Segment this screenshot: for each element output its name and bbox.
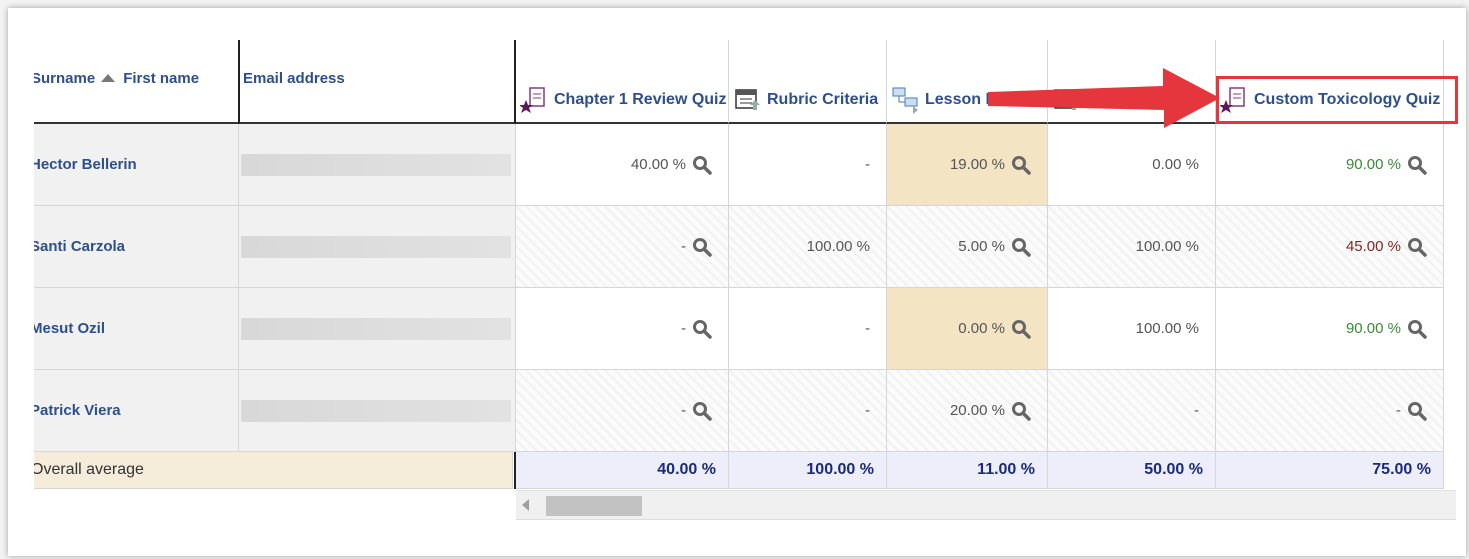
magnifier-icon[interactable] <box>1011 401 1031 421</box>
table-row: Mesut Ozil - - 0.00 % 100.00 % 90.00 % <box>34 288 1456 370</box>
overall-average-label: Overall average <box>34 452 513 489</box>
grade-value: 5.00 % <box>958 238 1005 255</box>
overall-average-value: 50.00 % <box>1048 452 1216 489</box>
grade-value: - <box>681 402 686 419</box>
grade-value: 20.00 % <box>949 402 1005 419</box>
overall-average-value: 40.00 % <box>516 452 729 489</box>
grade-cell[interactable]: - <box>516 370 729 452</box>
annotation-arrow-icon <box>988 68 1220 128</box>
lesson-icon <box>891 86 921 114</box>
student-name-cell: Patrick Viera <box>34 370 239 452</box>
student-name-link[interactable]: Santi Carzola <box>34 206 238 287</box>
redacted-email <box>241 400 511 422</box>
table-row: Santi Carzola - 100.00 % 5.00 % 100.00 % 45.0… <box>34 206 1456 288</box>
magnifier-icon[interactable] <box>1407 401 1427 421</box>
grade-value: 0.00 % <box>958 320 1005 337</box>
grade-cell[interactable]: - <box>729 124 887 206</box>
grade-cell[interactable]: - <box>1216 370 1444 452</box>
overall-average-value: 100.00 % <box>729 452 887 489</box>
grade-cell[interactable]: - <box>729 370 887 452</box>
magnifier-icon[interactable] <box>1011 155 1031 175</box>
grade-value: 100.00 % <box>806 238 870 255</box>
redacted-email <box>241 318 511 340</box>
student-name-cell: Mesut Ozil <box>34 288 239 370</box>
grade-value: 90.00 % <box>1345 156 1401 173</box>
grade-value: - <box>1396 402 1401 419</box>
grade-value: 40.00 % <box>630 156 686 173</box>
grade-item-link[interactable]: Rubric Criteria <box>767 91 878 109</box>
email-sort-link[interactable]: Email address <box>243 70 345 87</box>
grade-cell[interactable]: - <box>516 206 729 288</box>
grade-cell[interactable]: 100.00 % <box>1048 288 1216 370</box>
grade-value: 90.00 % <box>1345 320 1401 337</box>
grade-cell[interactable]: 19.00 % <box>887 124 1048 206</box>
column-divider <box>238 40 240 124</box>
magnifier-icon[interactable] <box>692 319 712 339</box>
magnifier-icon[interactable] <box>1407 319 1427 339</box>
gradebook-panel: Surname First name Email address Chapter … <box>8 8 1466 556</box>
grade-value: - <box>1194 402 1199 419</box>
grade-value: - <box>681 320 686 337</box>
assignment-icon <box>733 86 763 114</box>
grade-cell[interactable]: 90.00 % <box>1216 288 1444 370</box>
email-cell <box>239 288 516 370</box>
magnifier-icon[interactable] <box>1011 237 1031 257</box>
grade-value: - <box>865 320 870 337</box>
magnifier-icon[interactable] <box>692 401 712 421</box>
student-name-link[interactable]: Hector Bellerin <box>34 124 238 205</box>
grade-cell[interactable]: 5.00 % <box>887 206 1048 288</box>
table-row: Patrick Viera - - 20.00 % - - <box>34 370 1456 452</box>
scroll-thumb[interactable] <box>546 496 642 516</box>
surname-sort-link[interactable]: Surname <box>34 70 95 87</box>
grade-item-header-2: Rubric Criteria <box>729 40 887 124</box>
redacted-email <box>241 236 511 258</box>
grade-value: 100.00 % <box>1135 238 1199 255</box>
quiz-icon <box>520 86 550 114</box>
table-row: Hector Bellerin 40.00 % - 19.00 % 0.00 % 90.0… <box>34 124 1456 206</box>
overall-average-value: 11.00 % <box>887 452 1048 489</box>
grade-cell[interactable]: 100.00 % <box>729 206 887 288</box>
annotation-highlight-box <box>1216 76 1458 124</box>
magnifier-icon[interactable] <box>1407 155 1427 175</box>
grade-value: - <box>681 238 686 255</box>
horizontal-scrollbar[interactable] <box>516 490 1456 520</box>
grade-cell[interactable]: 45.00 % <box>1216 206 1444 288</box>
grade-cell[interactable]: 90.00 % <box>1216 124 1444 206</box>
overall-average-row: Overall average 40.00 % 100.00 % 11.00 % 50.… <box>34 452 1456 489</box>
grade-cell[interactable]: - <box>1048 370 1216 452</box>
grade-value: - <box>865 402 870 419</box>
grade-item-link[interactable]: Chapter 1 Review Quiz <box>554 91 727 109</box>
redacted-email <box>241 154 511 176</box>
grade-value: 100.00 % <box>1135 320 1199 337</box>
grade-cell[interactable]: 20.00 % <box>887 370 1048 452</box>
name-header-cell: Surname First name <box>34 40 239 124</box>
grade-cell[interactable]: - <box>729 288 887 370</box>
student-name-cell: Hector Bellerin <box>34 124 239 206</box>
magnifier-icon[interactable] <box>692 155 712 175</box>
first-name-sort-link[interactable]: First name <box>123 70 199 87</box>
student-name-link[interactable]: Mesut Ozil <box>34 288 238 369</box>
grade-cell[interactable]: 40.00 % <box>516 124 729 206</box>
email-header-cell: Email address <box>239 40 516 124</box>
email-cell <box>239 124 516 206</box>
sort-ascending-icon[interactable] <box>101 74 116 83</box>
grade-value: 19.00 % <box>949 156 1005 173</box>
grade-cell[interactable]: 100.00 % <box>1048 206 1216 288</box>
grade-cell[interactable]: 0.00 % <box>1048 124 1216 206</box>
grade-value: - <box>865 156 870 173</box>
scroll-left-icon[interactable] <box>522 499 529 511</box>
student-name-link[interactable]: Patrick Viera <box>34 370 238 451</box>
overall-average-value: 75.00 % <box>1216 452 1444 489</box>
email-cell <box>239 370 516 452</box>
magnifier-icon[interactable] <box>1407 237 1427 257</box>
grade-cell[interactable]: - <box>516 288 729 370</box>
magnifier-icon[interactable] <box>1011 319 1031 339</box>
student-name-cell: Santi Carzola <box>34 206 239 288</box>
grade-value: 0.00 % <box>1152 156 1199 173</box>
email-cell <box>239 206 516 288</box>
grade-cell[interactable]: 0.00 % <box>887 288 1048 370</box>
grade-item-header-1: Chapter 1 Review Quiz <box>516 40 729 124</box>
grade-value: 45.00 % <box>1345 238 1401 255</box>
magnifier-icon[interactable] <box>692 237 712 257</box>
